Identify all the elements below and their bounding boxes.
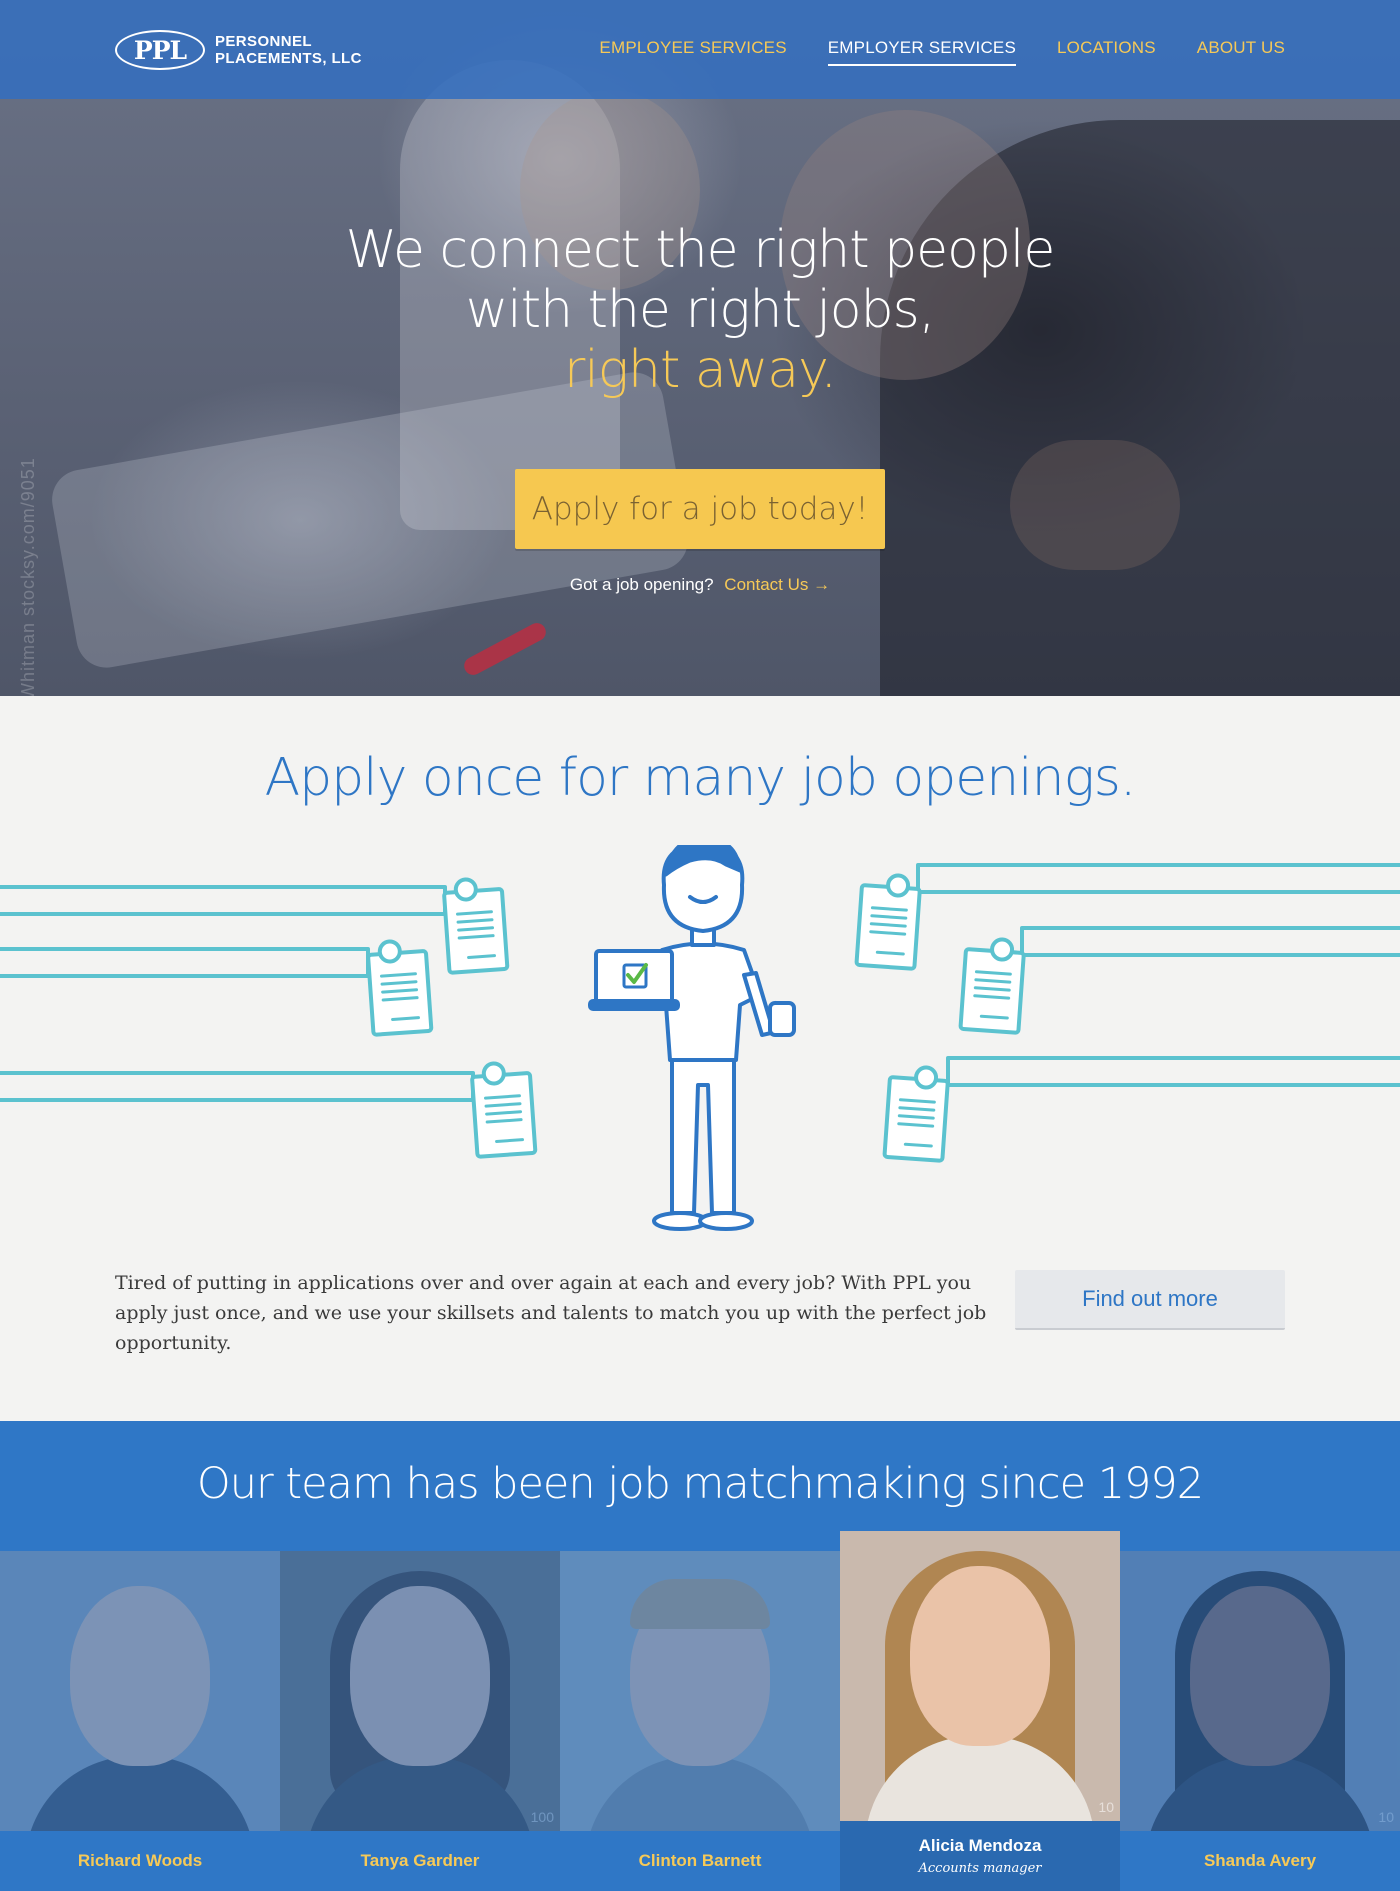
job-opening-prompt: Got a job opening? Contact Us → (0, 575, 1400, 595)
photo-number: 100 (530, 1809, 554, 1825)
laptop-check-icon (622, 963, 648, 989)
arm-left-3 (0, 1071, 475, 1102)
hero-photo-shape (1010, 440, 1180, 570)
arm-left-1 (0, 885, 447, 916)
person-with-laptop (588, 845, 796, 1231)
team-section-title: Our team has been job matchmaking since … (196, 1459, 1204, 1509)
apply-job-button[interactable]: Apply for a job today! (515, 469, 885, 549)
job-opening-question: Got a job opening? (569, 575, 714, 594)
arm-left-2 (0, 947, 370, 978)
team-member-card[interactable]: Clinton Barnett (560, 1551, 840, 1891)
team-member-role: Accounts manager (918, 1861, 1042, 1876)
photo-number: 10 (1098, 1799, 1114, 1815)
apply-section-title: Apply once for many job openings. (264, 748, 1137, 808)
team-member-card-active[interactable]: 10 Alicia Mendoza Accounts manager (840, 1531, 1120, 1891)
photo-number: 10 (1378, 1809, 1394, 1825)
team-member-card[interactable]: 10 Shanda Avery (1120, 1551, 1400, 1891)
team-member-name: Shanda Avery (1203, 1851, 1317, 1870)
nav-employer-services[interactable]: EMPLOYER SERVICES (827, 38, 1017, 66)
main-nav: EMPLOYEE SERVICES EMPLOYER SERVICES LOCA… (599, 38, 1285, 66)
hero-photo-pen (461, 619, 549, 679)
team-member-name: Tanya Gardner (360, 1851, 480, 1870)
nav-locations[interactable]: LOCATIONS (1057, 38, 1156, 66)
find-out-more-button[interactable]: Find out more (1015, 1270, 1285, 1330)
arm-right-3 (946, 1056, 1400, 1087)
team-member-photo: 10 (1120, 1551, 1400, 1831)
nav-about-us[interactable]: ABOUT US (1197, 38, 1285, 66)
hero-section: Whitman stocksy.com/9051 PPL PERSONNEL P… (0, 0, 1400, 696)
logo-wordmark: PERSONNEL PLACEMENTS, LLC (215, 33, 362, 67)
logo-line-1: PERSONNEL (215, 33, 312, 50)
team-member-card[interactable]: Richard Woods (0, 1551, 280, 1891)
team-member-name: Richard Woods (77, 1851, 203, 1870)
site-logo[interactable]: PPL PERSONNEL PLACEMENTS, LLC (115, 30, 362, 70)
team-member-photo: 100 (280, 1551, 560, 1831)
team-member-photo: 10 (840, 1531, 1120, 1821)
arm-right-1 (916, 863, 1400, 894)
team-member-name: Alicia Mendoza (918, 1836, 1042, 1855)
hero-headline: We connect the right people with the rig… (0, 220, 1400, 400)
team-member-name: Clinton Barnett (638, 1851, 762, 1870)
arm-right-2 (1020, 926, 1400, 957)
team-member-photo (0, 1551, 280, 1831)
team-member-photo (560, 1551, 840, 1831)
contact-us-link[interactable]: Contact Us → (724, 575, 830, 594)
apply-description: Tired of putting in applications over an… (115, 1272, 987, 1354)
team-member-card[interactable]: 100 Tanya Gardner (280, 1551, 560, 1891)
logo-mark: PPL (115, 30, 205, 70)
hero-headline-line-2: with the right jobs, (465, 280, 936, 340)
hero-headline-accent: right away. (563, 340, 837, 400)
team-member-caption: Alicia Mendoza Accounts manager (840, 1821, 1120, 1891)
hero-headline-line-1: We connect the right people (345, 220, 1056, 280)
team-section: Our team has been job matchmaking since … (0, 1421, 1400, 1891)
logo-line-2: PLACEMENTS, LLC (215, 50, 362, 67)
top-navigation-bar: PPL PERSONNEL PLACEMENTS, LLC EMPLOYEE S… (0, 0, 1400, 99)
apply-illustration (0, 845, 1400, 1231)
nav-employee-services[interactable]: EMPLOYEE SERVICES (599, 38, 786, 66)
